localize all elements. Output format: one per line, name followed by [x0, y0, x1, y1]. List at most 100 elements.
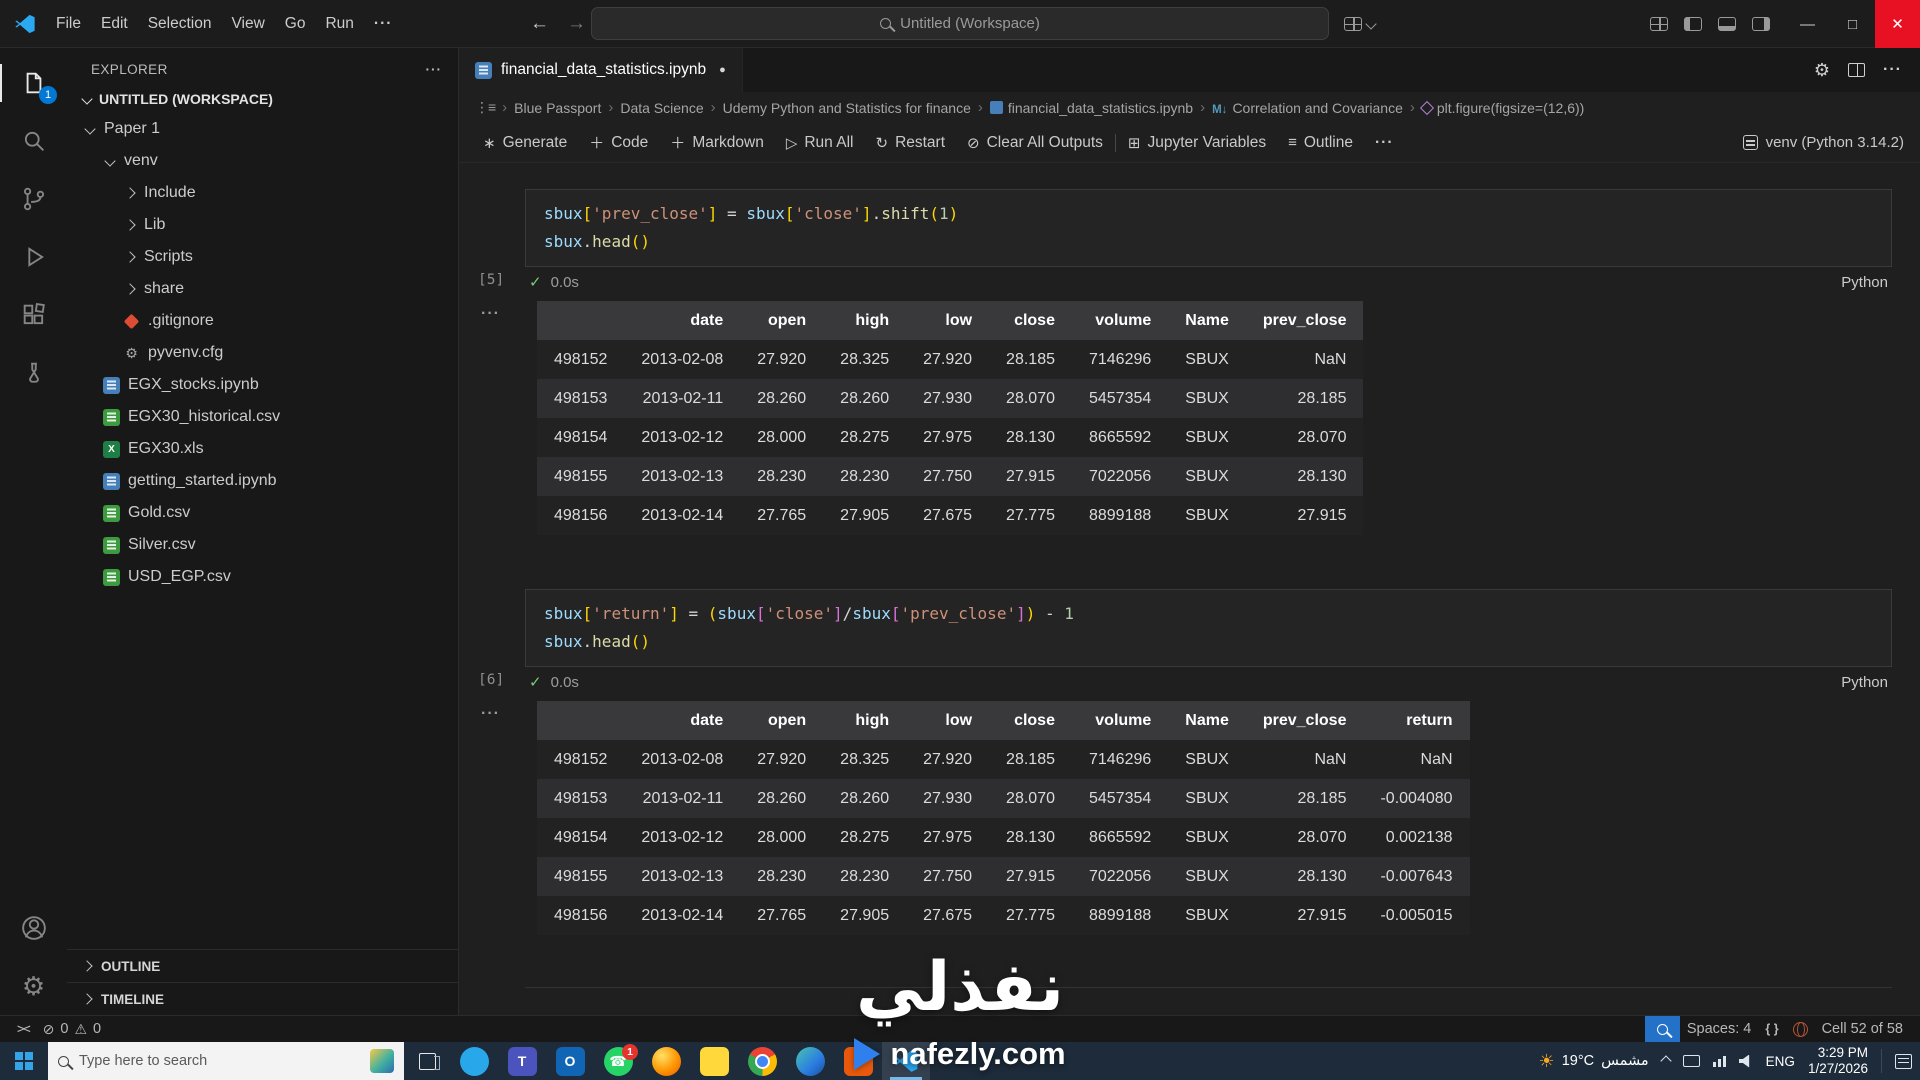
display-tray-icon[interactable] — [1682, 1055, 1700, 1067]
taskbar-app-outlook[interactable]: O — [546, 1042, 594, 1080]
taskbar-app-chrome[interactable] — [738, 1042, 786, 1080]
tree-item-egx30-xls[interactable]: X EGX30.xls — [67, 433, 458, 465]
toolbar-more-icon[interactable] — [1365, 128, 1404, 158]
taskbar-app-office[interactable] — [834, 1042, 882, 1080]
taskbar-app-vscode[interactable] — [882, 1042, 930, 1080]
tree-item-usd-egp-csv[interactable]: USD_EGP.csv — [67, 561, 458, 593]
taskbar-app-skype[interactable] — [450, 1042, 498, 1080]
cell-language[interactable]: Python — [1841, 674, 1888, 691]
add-code-cell-button[interactable]: ＋ Code — [579, 128, 658, 158]
tree-item-gitignore[interactable]: .gitignore — [67, 305, 458, 337]
remote-indicator[interactable] — [10, 1016, 36, 1042]
menu-run[interactable]: Run — [315, 9, 363, 39]
breadcrumb-item[interactable]: Data Science — [620, 100, 703, 116]
menu-view[interactable]: View — [221, 9, 274, 39]
breadcrumb-item[interactable]: Correlation and Covariance — [1212, 100, 1402, 116]
toggle-sidebar-icon[interactable] — [1684, 16, 1702, 31]
breadcrumb-item[interactable]: financial_data_statistics.ipynb — [989, 100, 1193, 116]
output-options-icon[interactable] — [481, 305, 500, 323]
taskbar-search[interactable]: Type here to search — [48, 1042, 404, 1080]
menu-edit[interactable]: Edit — [91, 9, 138, 39]
generate-button[interactable]: ∗ Generate — [473, 128, 577, 158]
braces-indicator[interactable] — [1758, 1016, 1785, 1042]
tree-item-egx-stocks-ipynb[interactable]: EGX_stocks.ipynb — [67, 369, 458, 401]
close-button[interactable]: ✕ — [1875, 0, 1920, 48]
run-all-button[interactable]: ▷ Run All — [776, 128, 864, 158]
cell-language[interactable]: Python — [1841, 274, 1888, 291]
tree-item-scripts[interactable]: Scripts — [67, 241, 458, 273]
activity-run-debug-icon[interactable] — [0, 228, 67, 286]
taskbar-app-whatsapp[interactable]: ☎ 1 — [594, 1042, 642, 1080]
maximize-button[interactable]: □ — [1830, 0, 1875, 48]
start-button[interactable] — [0, 1042, 48, 1080]
task-view-button[interactable] — [404, 1042, 450, 1080]
tree-item-egx30-historical-csv[interactable]: EGX30_historical.csv — [67, 401, 458, 433]
activity-testing-icon[interactable] — [0, 344, 67, 402]
activity-extensions-icon[interactable] — [0, 286, 67, 344]
code-editor[interactable]: sbux['prev_close'] = sbux['close'].shift… — [525, 189, 1892, 267]
kernel-picker[interactable]: venv (Python 3.14.2) — [1742, 134, 1904, 151]
clock[interactable]: 3:29 PM 1/27/2026 — [1808, 1045, 1868, 1077]
workspace-root-row[interactable]: UNTITLED (WORKSPACE) — [67, 87, 458, 113]
weather-widget[interactable]: ☀ 19°C مشمس — [1539, 1051, 1649, 1072]
activity-search-icon[interactable] — [0, 112, 67, 170]
volume-tray-icon[interactable] — [1738, 1054, 1750, 1068]
breadcrumb-item[interactable]: plt.figure(figsize=(12,6)) — [1419, 100, 1584, 116]
breadcrumb-outline-icon[interactable]: ⋮≡ — [475, 99, 496, 116]
tree-item-pyvenv-cfg[interactable]: ⚙ pyvenv.cfg — [67, 337, 458, 369]
notebook-settings-icon[interactable] — [1814, 60, 1830, 81]
taskbar-app-sticky-notes[interactable] — [690, 1042, 738, 1080]
tree-item-gold-csv[interactable]: Gold.csv — [67, 497, 458, 529]
action-center-icon[interactable] — [1895, 1053, 1912, 1069]
menu-file[interactable]: File — [46, 9, 91, 39]
tree-item-paper-1[interactable]: Paper 1 — [67, 113, 458, 145]
globe-indicator[interactable] — [1786, 1016, 1815, 1042]
split-editor-icon[interactable] — [1848, 63, 1866, 77]
tree-item-share[interactable]: share — [67, 273, 458, 305]
add-markdown-cell-button[interactable]: ＋ Markdown — [660, 128, 774, 158]
cell-position-indicator[interactable]: Cell 52 of 58 — [1815, 1016, 1910, 1042]
code-editor[interactable]: sbux['return'] = (sbux['close']/sbux['pr… — [525, 589, 1892, 667]
account-icon[interactable] — [0, 899, 67, 957]
clear-all-outputs-button[interactable]: ⊘ Clear All Outputs — [957, 128, 1113, 158]
command-center-actions[interactable] — [1344, 16, 1377, 31]
forward-arrow-icon[interactable]: → — [567, 13, 586, 35]
tab-financial-data-statistics[interactable]: financial_data_statistics.ipynb — [459, 48, 743, 92]
breadcrumb-item[interactable]: Blue Passport — [514, 100, 601, 116]
restart-button[interactable]: ↻ Restart — [865, 128, 955, 158]
menu-go[interactable]: Go — [275, 9, 316, 39]
output-options-icon[interactable] — [481, 705, 500, 723]
toggle-secondary-sidebar-icon[interactable] — [1752, 16, 1770, 31]
editor-more-actions-icon[interactable] — [1883, 61, 1902, 79]
customize-layout-icon[interactable] — [1650, 16, 1668, 31]
minimize-button[interactable]: — — [1785, 0, 1830, 48]
search-highlights-art[interactable] — [370, 1049, 394, 1073]
indentation-indicator[interactable]: Spaces: 4 — [1680, 1016, 1759, 1042]
menu-more-icon[interactable] — [364, 9, 403, 39]
section-timeline[interactable]: TIMELINE — [67, 982, 458, 1015]
menu-selection[interactable]: Selection — [138, 9, 222, 39]
problems-indicator[interactable]: 0 0 — [36, 1016, 108, 1042]
outline-button[interactable]: ≡ Outline — [1278, 128, 1363, 158]
tree-item-include[interactable]: Include — [67, 177, 458, 209]
jupyter-variables-button[interactable]: ⊞ Jupyter Variables — [1118, 128, 1276, 158]
network-tray-icon[interactable] — [1712, 1055, 1726, 1067]
explorer-more-actions-icon[interactable] — [426, 62, 443, 77]
activity-source-control-icon[interactable] — [0, 170, 67, 228]
tree-item-venv[interactable]: venv — [67, 145, 458, 177]
language-indicator[interactable]: ENG — [1766, 1054, 1795, 1069]
tree-item-lib[interactable]: Lib — [67, 209, 458, 241]
section-outline[interactable]: OUTLINE — [67, 949, 458, 982]
command-center-search[interactable]: Untitled (Workspace) — [591, 7, 1329, 40]
tray-overflow-icon[interactable] — [1660, 1055, 1672, 1067]
activity-explorer-icon[interactable]: 1 — [0, 54, 67, 112]
taskbar-app-edge[interactable] — [786, 1042, 834, 1080]
tree-item-getting-started-ipynb[interactable]: getting_started.ipynb — [67, 465, 458, 497]
taskbar-app-firefox[interactable] — [642, 1042, 690, 1080]
toggle-panel-icon[interactable] — [1718, 16, 1736, 31]
settings-gear-icon[interactable] — [0, 957, 67, 1015]
taskbar-app-teams[interactable]: T — [498, 1042, 546, 1080]
modified-dot-icon[interactable] — [719, 64, 726, 76]
breadcrumb-item[interactable]: Udemy Python and Statistics for finance — [723, 100, 971, 116]
zoom-indicator[interactable] — [1644, 1016, 1680, 1042]
